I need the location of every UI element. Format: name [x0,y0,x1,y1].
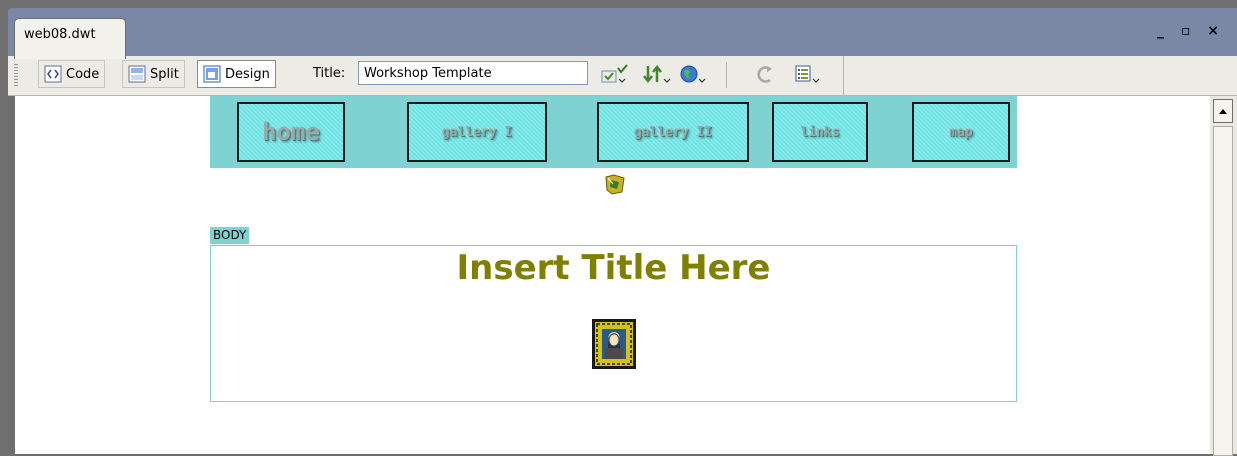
design-icon [203,65,221,83]
title-input[interactable] [358,61,588,85]
nav-button-label: map [949,124,973,140]
document-tab-bar [8,8,1237,56]
code-icon [44,65,62,83]
refresh-icon[interactable] [755,64,785,86]
vertical-scrollbar[interactable] [1210,96,1237,456]
file-management-icon[interactable] [642,64,672,86]
body-tag-label[interactable]: BODY [210,227,250,244]
split-icon [128,65,146,83]
title-label: Title: [313,66,346,81]
nav-button-gallery-i[interactable]: gallery I [407,102,547,162]
nav-button-map[interactable]: map [912,102,1010,162]
design-view-button[interactable]: Design [197,60,276,88]
nav-button-label: gallery II [633,124,713,140]
toolbar-separator [726,62,727,88]
mona-lisa-portrait-icon[interactable] [591,318,637,370]
code-view-label: Code [66,66,100,82]
nav-button-label: links [800,124,840,140]
preview-browser-icon[interactable] [679,64,709,86]
nav-bar: home gallery I gallery II links map [210,96,1017,168]
window-controls[interactable]: _ ▫ × [1157,23,1225,39]
scroll-up-button[interactable] [1213,99,1233,123]
body-region[interactable]: Insert Title Here [210,245,1017,402]
toolbar-grip[interactable] [14,64,18,88]
nav-button-links[interactable]: links [772,102,868,162]
view-options-icon[interactable] [794,64,824,86]
design-canvas[interactable]: home gallery I gallery II links map BODY… [15,96,1210,454]
toolbar-end-separator [843,56,844,95]
template-marker-icon[interactable] [604,174,626,196]
document-tab-label: web08.dwt [24,27,96,42]
scroll-thumb[interactable] [1213,126,1233,456]
nav-button-label: home [262,118,320,146]
split-view-label: Split [150,66,179,82]
split-view-button[interactable]: Split [122,60,185,88]
page-title[interactable]: Insert Title Here [211,248,1016,288]
code-view-button[interactable]: Code [38,60,106,88]
nav-button-label: gallery I [441,124,513,140]
design-view-label: Design [225,66,270,82]
document-toolbar: Code Split Design Title: [8,56,1237,96]
nav-button-home[interactable]: home [237,102,345,162]
document-tab[interactable]: web08.dwt [14,18,126,59]
nav-button-gallery-ii[interactable]: gallery II [597,102,749,162]
arrow-up-icon [1219,109,1227,114]
validate-markup-icon[interactable] [600,64,630,86]
